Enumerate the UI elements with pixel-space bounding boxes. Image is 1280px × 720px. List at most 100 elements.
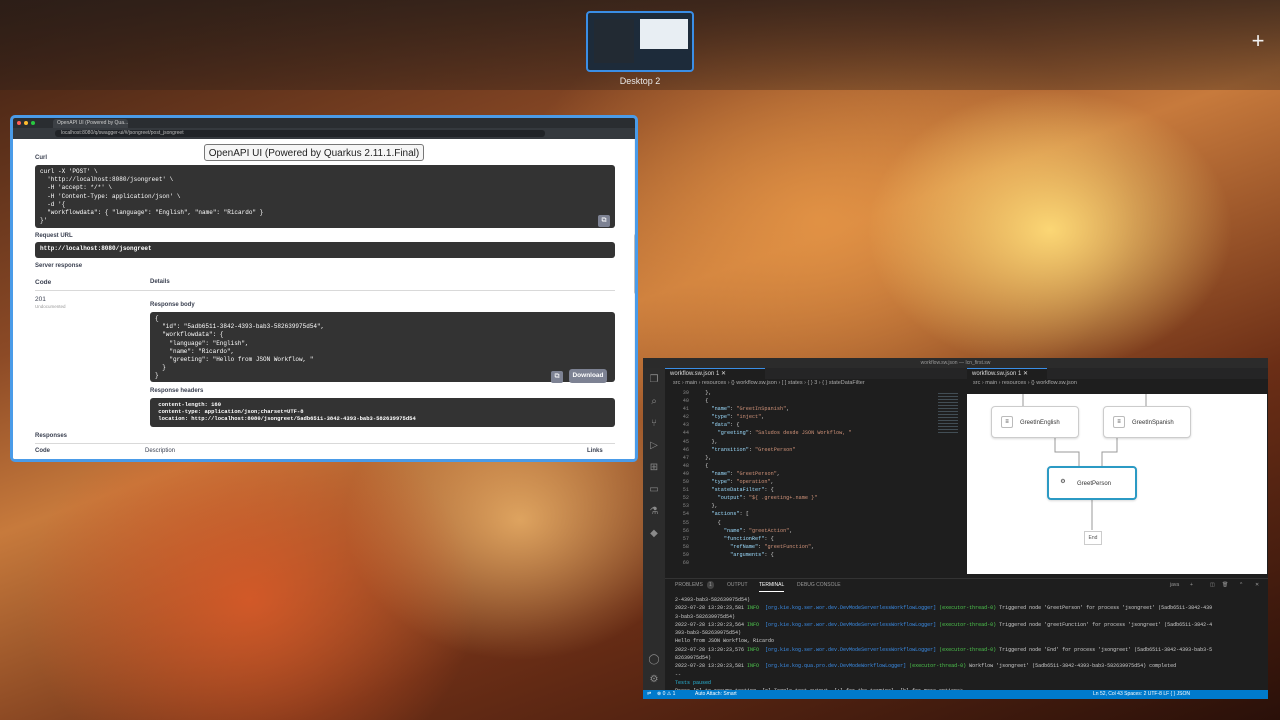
account-icon[interactable]: ◯ <box>648 654 660 666</box>
remote-explorer-icon[interactable]: ▭ <box>648 484 660 496</box>
search-icon[interactable]: ⌕ <box>648 396 660 408</box>
panel-tab-bar: PROBLEMS 1 OUTPUT TERMINAL DEBUG CONSOLE… <box>665 578 1268 592</box>
node-greet-in-spanish[interactable]: ≡ GreetInSpanish <box>1103 406 1191 438</box>
minimize-window-icon[interactable] <box>24 121 28 125</box>
docker-icon[interactable]: ◆ <box>648 528 660 540</box>
minimap[interactable] <box>936 389 962 571</box>
code-lines[interactable]: }, { "name": "GreetInSpanish", "type": "… <box>699 389 852 567</box>
terminal-line: Hello from JSON Workflow, Ricardo <box>675 638 775 645</box>
diagram-tab-workflow[interactable]: workflow.sw.json 1 ✕ <box>967 368 1047 379</box>
auto-attach-status[interactable]: Auto Attach: Smart <box>695 690 737 699</box>
code-line: "functionRef": { <box>723 535 774 542</box>
editor-tab-bar: workflow.sw.json 1 ✕ workflow.sw.json 1 … <box>665 368 1268 379</box>
kill-terminal-icon[interactable]: 🗑 <box>1222 579 1228 591</box>
code-line: "arguments": { <box>730 551 774 558</box>
copy-icon[interactable]: ⧉ <box>598 215 610 227</box>
editor-tab-workflow[interactable]: workflow.sw.json 1 ✕ <box>665 368 765 379</box>
close-panel-icon[interactable]: ✕ <box>1255 579 1259 591</box>
copy-response-icon[interactable]: ⧉ <box>551 371 563 383</box>
code-line: "name": "GreetInSpanish", <box>711 406 790 413</box>
tab-problems[interactable]: PROBLEMS <box>675 579 703 591</box>
editor-position-status[interactable]: Ln 52, Col 43 Spaces: 2 UTF-8 LF { } JSO… <box>1093 690 1190 699</box>
node-greet-in-english[interactable]: ≡ GreetInEnglish <box>991 406 1079 438</box>
response-body-block: { "id": "5adb6511-3842-4393-bab3-5826399… <box>150 312 615 382</box>
code-header: Code <box>35 279 52 286</box>
responses-label: Responses <box>35 433 68 439</box>
diagram-tab-label: workflow.sw.json 1 <box>972 371 1022 377</box>
download-button[interactable]: Download <box>569 369 607 383</box>
response-headers-label: Response headers <box>150 388 204 394</box>
new-terminal-icon[interactable]: + <box>1190 579 1193 591</box>
source-control-icon[interactable]: ⑂ <box>648 418 660 430</box>
line-number: 46 <box>682 446 689 453</box>
code-editor[interactable]: 39 40 41 42 43 44 45 46 47 48 49 50 51 52 53 54 55 56 57 58… <box>665 389 935 571</box>
terminal-output[interactable]: 2-4393-bab3-582639975d54) 2022-07-28 13:2… <box>675 596 1265 691</box>
code-line: "stateDataFilter": { <box>711 487 774 494</box>
page-scrollbar[interactable] <box>634 139 635 459</box>
maximize-panel-icon[interactable]: ^ <box>1240 579 1242 591</box>
close-window-icon[interactable] <box>17 121 21 125</box>
tab-debug-console[interactable]: DEBUG CONSOLE <box>797 579 841 591</box>
request-url-block: http://localhost:8080/jsongreet <box>35 242 615 258</box>
node-label-english: GreetInEnglish <box>1020 420 1060 426</box>
server-response-label: Server response <box>35 263 83 269</box>
diagram-breadcrumb[interactable]: src › main › resources › {} workflow.sw.… <box>973 379 1077 388</box>
add-desktop-button[interactable]: + <box>1248 30 1268 52</box>
vscode-window[interactable]: workflow.sw.json — Icn_first.sw ❐ ⌕ ⑂ ▷ … <box>643 358 1268 699</box>
line-number: 47 <box>682 454 689 461</box>
scrollbar-thumb[interactable] <box>634 234 635 294</box>
extensions-icon[interactable]: ⊞ <box>648 462 660 474</box>
problems-status[interactable]: ⊗ 0 ⚠ 1 <box>657 690 675 699</box>
line-number: 54 <box>682 511 689 518</box>
line-number: 60 <box>682 559 689 566</box>
terminal-line: 2022-07-28 13:20:23,576 INFO [org.kie.ko… <box>675 646 1213 653</box>
response-body-label: Response body <box>150 302 195 308</box>
terminal-line: 2022-07-28 13:20:23,564 INFO [org.kie.ko… <box>675 621 1213 628</box>
address-bar[interactable]: localhost:8080/q/swagger-ui/#/jsongreet/… <box>55 130 545 137</box>
tab-output[interactable]: OUTPUT <box>727 579 748 591</box>
code-line: { <box>699 398 709 405</box>
code-line: "type": "inject", <box>711 414 765 421</box>
desktop-2-thumbnail[interactable] <box>586 11 694 72</box>
vscode-title-bar: workflow.sw.json — Icn_first.sw <box>643 358 1268 368</box>
editor-breadcrumb[interactable]: src › main › resources › {} workflow.sw.… <box>673 379 865 388</box>
workflow-diagram[interactable]: ≡ GreetInEnglish ≡ GreetInSpanish ⚙ Gree… <box>967 394 1267 574</box>
header-divider <box>35 290 615 291</box>
node-end[interactable]: End <box>1084 531 1102 545</box>
split-terminal-icon[interactable]: ◫ <box>1210 579 1215 591</box>
terminal-line: Tests paused <box>675 679 712 686</box>
testing-icon[interactable]: ⚗ <box>648 506 660 518</box>
close-tab-icon[interactable]: ✕ <box>721 371 726 377</box>
node-greet-person[interactable]: ⚙ GreetPerson <box>1047 466 1137 500</box>
line-number: 52 <box>682 495 689 502</box>
terminal-shell-selector[interactable]: java <box>1170 579 1179 591</box>
terminal-line: 2022-07-28 13:20:23,581 INFO [org.kie.ko… <box>675 663 1177 670</box>
line-number: 50 <box>682 479 689 486</box>
line-number: 48 <box>682 462 689 469</box>
explorer-icon[interactable]: ❐ <box>648 374 660 386</box>
line-number: 56 <box>682 527 689 534</box>
close-diagram-tab-icon[interactable]: ✕ <box>1023 371 1028 377</box>
window-title-tooltip: OpenAPI UI (Powered by Quarkus 2.11.1.Fi… <box>204 144 424 161</box>
settings-gear-icon[interactable]: ⚙ <box>648 674 660 686</box>
zoom-window-icon[interactable] <box>31 121 35 125</box>
terminal-line: 2-4393-bab3-582639975d54) <box>675 597 751 603</box>
code-line: "name": "greetAction", <box>723 527 793 534</box>
line-number: 58 <box>682 543 689 550</box>
line-number: 40 <box>682 398 689 405</box>
browser-tab-strip: OpenAPI UI (Powered by Qua... <box>13 118 635 128</box>
operation-gear-icon: ⚙ <box>1060 479 1066 485</box>
run-debug-icon[interactable]: ▷ <box>648 440 660 452</box>
status-bar: ⇌ ⊗ 0 ⚠ 1 Auto Attach: Smart Ln 52, Col … <box>643 690 1268 699</box>
code-line: }, <box>699 503 718 510</box>
curl-label: Curl <box>35 155 47 161</box>
browser-tab[interactable]: OpenAPI UI (Powered by Qua... <box>53 119 128 128</box>
response-headers-block: content-length: 160 content-type: applic… <box>150 398 615 427</box>
code-line: "greeting": "Saludos desde JSON Workflow… <box>717 430 852 437</box>
tab-terminal[interactable]: TERMINAL <box>759 579 785 592</box>
responses-divider <box>35 443 615 444</box>
browser-window[interactable]: OpenAPI UI (Powered by Qua... localhost:… <box>10 115 638 462</box>
line-number: 55 <box>682 519 689 526</box>
remote-indicator-icon[interactable]: ⇌ <box>647 690 651 699</box>
code-line: }, <box>699 390 712 396</box>
